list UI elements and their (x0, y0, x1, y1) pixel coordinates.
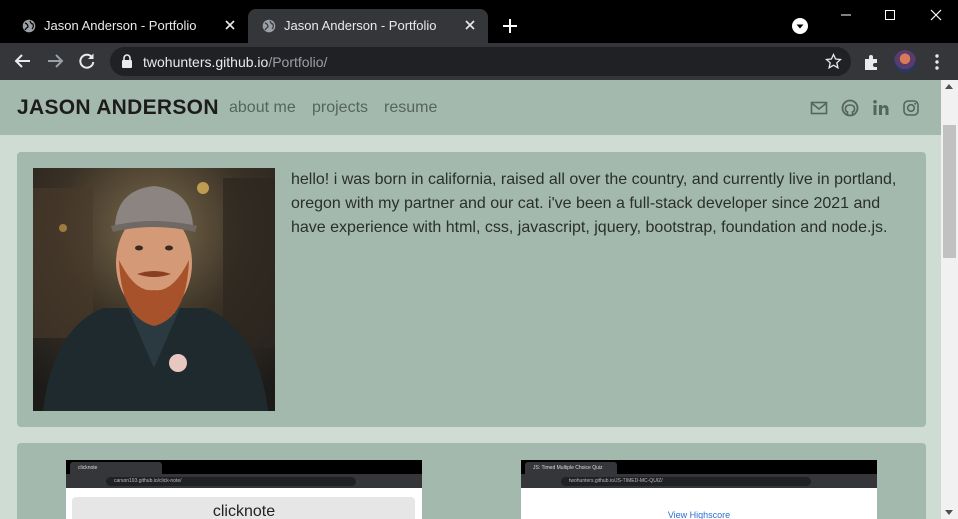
project-thumbnail-clicknote[interactable]: clicknote carson193.github.io/click-note… (66, 460, 422, 519)
close-icon[interactable] (222, 17, 238, 33)
browser-tab-1[interactable]: Jason Anderson - Portfolio (8, 9, 248, 43)
github-icon[interactable] (841, 99, 859, 117)
bookmark-star-icon[interactable] (825, 53, 842, 70)
page-viewport: JASON ANDERSON about me projects resume (0, 80, 941, 519)
close-window-icon[interactable] (925, 6, 947, 24)
browser-toolbar: twohunters.github.io/Portfolio/ (0, 43, 958, 80)
thumb-url: carson193.github.io/click-note/ (106, 477, 356, 486)
bio-text: hello! i was born in california, raised … (291, 171, 897, 236)
mail-icon[interactable] (810, 99, 828, 117)
nav-link-projects[interactable]: projects (312, 99, 368, 117)
page-scrollbar[interactable] (941, 80, 958, 519)
thumb-url: twohunters.github.io/JS-TIMED-MC-QUIZ/ (561, 477, 811, 486)
browser-tab-strip: Jason Anderson - Portfolio Jason Anderso… (0, 0, 958, 43)
about-me-section: hello! i was born in california, raised … (17, 152, 926, 427)
thumb-tab-title: clicknote (70, 462, 162, 474)
minimize-icon[interactable] (835, 6, 857, 24)
profile-avatar[interactable] (894, 50, 916, 72)
instagram-icon[interactable] (902, 99, 920, 117)
url-path: /Portfolio/ (268, 54, 328, 70)
url-text: twohunters.github.io/Portfolio/ (143, 54, 327, 70)
nav-link-resume[interactable]: resume (384, 99, 437, 117)
project-thumbnail-quiz[interactable]: JS: Timed Multiple Choice Quiz twohunter… (521, 460, 877, 519)
scroll-down-icon[interactable] (945, 510, 953, 515)
url-host: twohunters.github.io (143, 54, 269, 70)
tab-search-icon[interactable] (791, 17, 809, 35)
new-tab-icon[interactable] (500, 16, 520, 36)
thumb-heading: View Highscore (667, 510, 731, 519)
tab-title: Jason Anderson - Portfolio (44, 18, 197, 33)
reload-icon[interactable] (77, 51, 97, 71)
scroll-up-icon[interactable] (945, 84, 953, 89)
site-brand[interactable]: JASON ANDERSON (17, 96, 219, 120)
maximize-icon[interactable] (879, 6, 901, 24)
tab-title: Jason Anderson - Portfolio (284, 18, 437, 33)
site-header: JASON ANDERSON about me projects resume (0, 80, 941, 135)
linkedin-icon[interactable] (872, 99, 890, 117)
thumb-tab-title: JS: Timed Multiple Choice Quiz (525, 462, 617, 474)
address-bar[interactable]: twohunters.github.io/Portfolio/ (110, 47, 851, 76)
forward-icon[interactable] (45, 51, 65, 71)
globe-icon (262, 19, 276, 33)
back-icon[interactable] (13, 51, 33, 71)
thumb-heading: clicknote (212, 503, 276, 519)
globe-icon (22, 19, 36, 33)
nav-link-about[interactable]: about me (229, 99, 296, 117)
browser-tab-2[interactable]: Jason Anderson - Portfolio (248, 9, 488, 43)
close-icon[interactable] (462, 17, 478, 33)
lock-icon (122, 54, 132, 68)
projects-section: clicknote carson193.github.io/click-note… (17, 443, 926, 519)
profile-photo (33, 168, 275, 411)
scroll-thumb[interactable] (943, 125, 956, 258)
extensions-puzzle-icon[interactable] (862, 52, 882, 72)
more-menu-icon[interactable] (930, 52, 944, 72)
